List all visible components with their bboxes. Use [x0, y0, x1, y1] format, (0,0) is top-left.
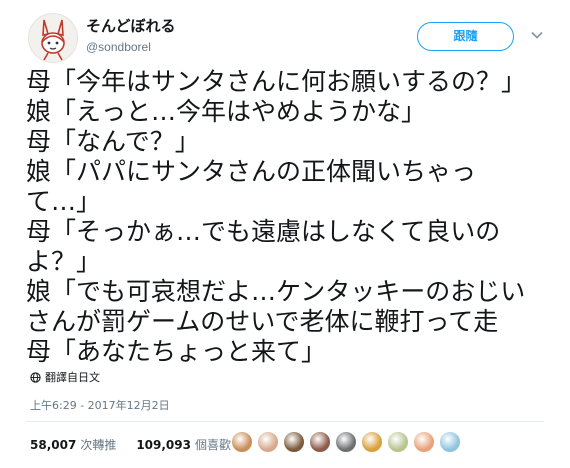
tweet-stats: 58,007 次轉推 109,093 個喜歡: [30, 436, 231, 453]
divider: [26, 421, 544, 422]
tweet-line: 母「そっかぁ…でも遠慮はしなくて良いの: [26, 217, 501, 246]
tweet-line: 娘「えっと…今年はやめようかな」: [26, 97, 427, 126]
tweet-line: 娘「でも可哀想だよ…ケンタッキーのおじい: [26, 277, 526, 306]
tweet-line: 娘「パパにサンタさんの正体聞いちゃっ: [26, 157, 477, 186]
translate-link[interactable]: 翻譯自日文: [30, 369, 100, 385]
tweet-line: よ？」: [26, 247, 102, 276]
tweet-line: て…」: [26, 187, 102, 216]
display-name[interactable]: そんどぼれる: [86, 15, 176, 36]
retweet-count[interactable]: 58,007: [30, 438, 76, 452]
liker-avatar[interactable]: [335, 431, 357, 453]
chevron-down-icon[interactable]: [530, 28, 544, 42]
follow-button[interactable]: 跟隨: [417, 22, 514, 51]
liker-avatar[interactable]: [231, 431, 253, 453]
tweet-timestamp[interactable]: 上午6:29 - 2017年12月2日: [30, 397, 170, 413]
tweet-line: 母「今年はサンタさんに何お願いするの？」: [26, 67, 527, 96]
tweet-line: 母「あなたちょっと来て」: [26, 337, 327, 366]
tweet-line: 母「なんで？」: [26, 127, 200, 156]
avatar[interactable]: [28, 13, 78, 63]
tweet-line: さんが罰ゲームのせいで老体に鞭打って走: [26, 307, 499, 336]
liker-avatar[interactable]: [257, 431, 279, 453]
liker-avatar[interactable]: [361, 431, 383, 453]
like-label[interactable]: 個喜歡: [195, 436, 231, 453]
rabbit-girl-avatar-icon: [41, 19, 65, 61]
liker-avatar[interactable]: [309, 431, 331, 453]
like-count[interactable]: 109,093: [136, 438, 191, 452]
liker-avatar[interactable]: [439, 431, 461, 453]
retweet-label[interactable]: 次轉推: [80, 436, 116, 453]
globe-icon: [30, 371, 41, 383]
liker-avatars: [231, 431, 461, 453]
liker-avatar[interactable]: [283, 431, 305, 453]
liker-avatar[interactable]: [387, 431, 409, 453]
user-handle[interactable]: @sondborel: [86, 40, 151, 54]
tweet-text: 母「今年はサンタさんに何お願いするの？」 娘「えっと…今年はやめようかな」 母「…: [26, 67, 546, 367]
translate-label: 翻譯自日文: [45, 371, 100, 384]
liker-avatar[interactable]: [413, 431, 435, 453]
